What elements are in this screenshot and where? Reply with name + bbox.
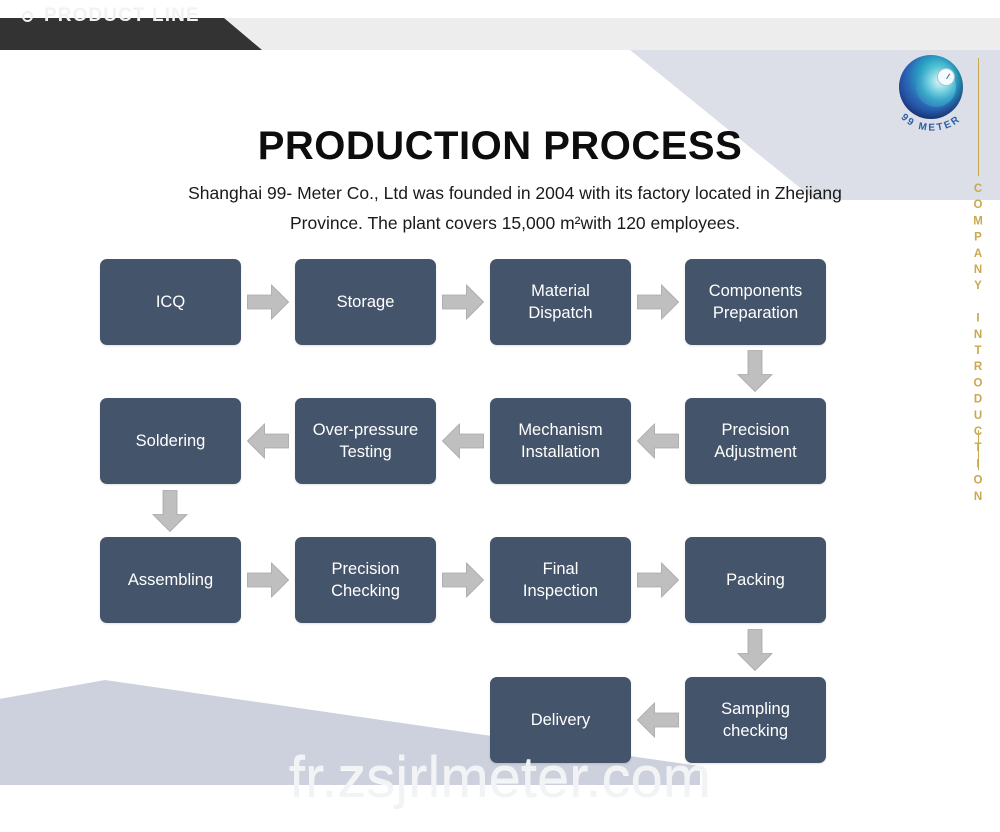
arrow-down-icon — [737, 629, 773, 671]
flow-step-label: Delivery — [530, 711, 591, 729]
flow-step-over-pressure-testing[interactable]: Over-pressure Testing — [295, 398, 436, 484]
flow-step-label: Material Dispatch — [528, 282, 593, 322]
gauge-dial-icon — [937, 68, 955, 86]
flow-step-label: Precision Adjustment — [714, 421, 797, 461]
flow-step-label: Precision Checking — [331, 560, 400, 600]
flow-step-icq[interactable]: ICQ — [100, 259, 241, 345]
flow-step-soldering[interactable]: Soldering — [100, 398, 241, 484]
flow-step-delivery[interactable]: Delivery — [490, 677, 631, 763]
arrow-right-icon — [637, 284, 679, 320]
flow-step-label: Assembling — [127, 571, 214, 589]
page-root: PRODUCT LINE 99 METER COMPANY INTRODUCTI… — [0, 0, 1000, 832]
company-intro-text: Shanghai 99- Meter Co., Ltd was founded … — [188, 183, 842, 233]
flow-step-components-preparation[interactable]: Components Preparation — [685, 259, 826, 345]
gold-rule-bottom — [978, 430, 979, 470]
flow-step-label: Over-pressure Testing — [312, 421, 419, 461]
flow-step-label: Mechanism Installation — [518, 421, 603, 461]
circle-icon — [22, 10, 33, 22]
flow-step-label: Final Inspection — [522, 560, 599, 600]
arrow-down-icon — [152, 490, 188, 532]
flow-step-label: ICQ — [155, 293, 186, 311]
arrow-right-icon — [247, 284, 289, 320]
arrow-right-icon — [637, 562, 679, 598]
flow-step-label: Storage — [336, 293, 395, 311]
arrow-right-icon — [442, 284, 484, 320]
header-tab-label: PRODUCT LINE — [44, 5, 200, 26]
flow-step-label: Components Preparation — [708, 282, 803, 322]
arrow-right-icon — [442, 562, 484, 598]
flow-step-label: Soldering — [135, 432, 206, 450]
flow-step-assembling[interactable]: Assembling — [100, 537, 241, 623]
flow-step-mechanism-installation[interactable]: Mechanism Installation — [490, 398, 631, 484]
arrow-right-icon — [247, 562, 289, 598]
arrow-down-icon — [737, 350, 773, 392]
flow-step-label: Packing — [726, 571, 785, 589]
arrow-left-icon — [442, 423, 484, 459]
flow-step-label: Sampling checking — [721, 700, 790, 740]
page-title: PRODUCTION PROCESS — [257, 124, 743, 168]
flow-step-sampling-checking[interactable]: Sampling checking — [685, 677, 826, 763]
flow-step-precision-adjustment[interactable]: Precision Adjustment — [685, 398, 826, 484]
arrow-left-icon — [637, 423, 679, 459]
flow-step-storage[interactable]: Storage — [295, 259, 436, 345]
header-tab-content: PRODUCT LINE — [22, 0, 200, 32]
flow-step-final-inspection[interactable]: Final Inspection — [490, 537, 631, 623]
arrow-left-icon — [247, 423, 289, 459]
flow-step-packing[interactable]: Packing — [685, 537, 826, 623]
flow-step-precision-checking[interactable]: Precision Checking — [295, 537, 436, 623]
flow-step-material-dispatch[interactable]: Material Dispatch — [490, 259, 631, 345]
arrow-left-icon — [637, 702, 679, 738]
